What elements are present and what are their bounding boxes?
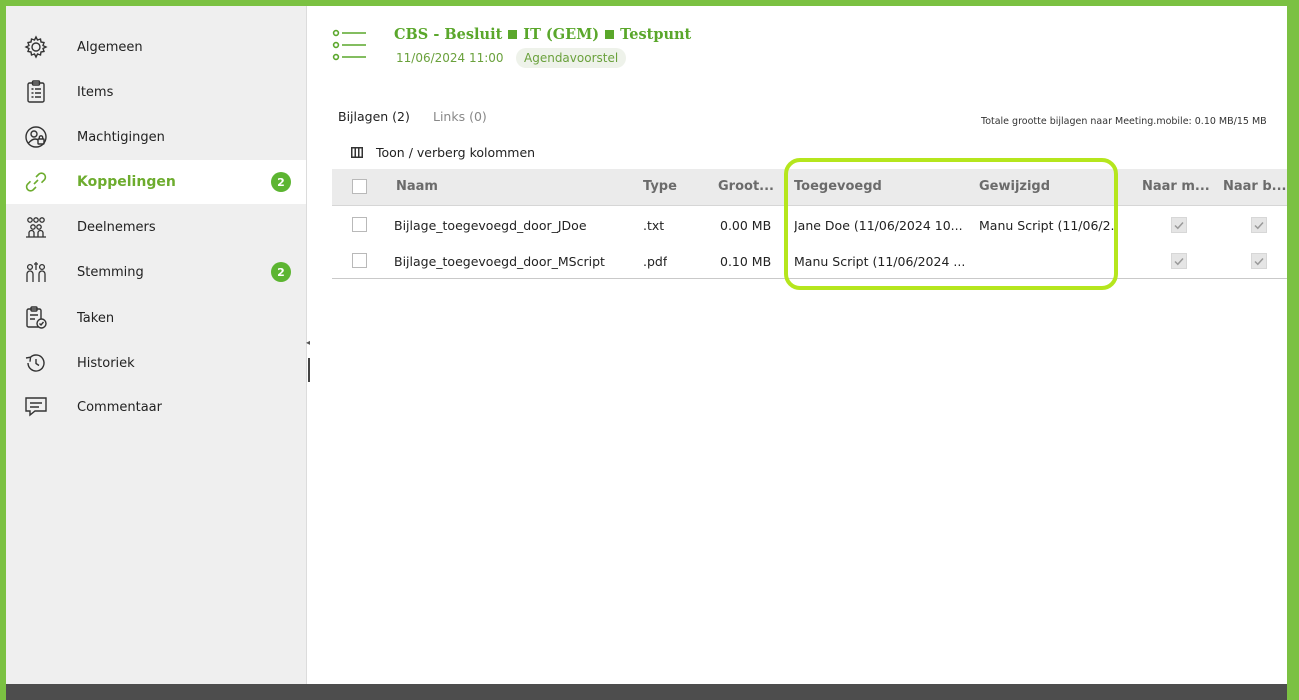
meeting-datetime: 11/06/2024 11:00 bbox=[396, 51, 504, 65]
added-by: Jane Doe (11/06/2024 10... bbox=[794, 218, 963, 233]
modified-by: Manu Script (11/06/2... bbox=[979, 218, 1119, 233]
table-row[interactable]: Bijlage_toegevoegd_door_MScript .pdf 0.1… bbox=[332, 242, 1287, 278]
sidebar-item-label: Items bbox=[77, 84, 114, 100]
title-part: CBS - Besluit bbox=[394, 26, 503, 43]
title-part: Testpunt bbox=[620, 26, 692, 43]
count-badge: 2 bbox=[271, 262, 291, 282]
splitter-handle[interactable] bbox=[308, 358, 310, 382]
sidebar-item-label: Commentaar bbox=[77, 399, 162, 415]
to-b-checkbox bbox=[1251, 217, 1267, 233]
sidebar-item-label: Koppelingen bbox=[77, 174, 176, 190]
page-title: CBS - Besluit IT (GEM) Testpunt bbox=[394, 26, 691, 43]
sidebar-item-historiek[interactable]: Historiek bbox=[6, 341, 306, 385]
gear-icon bbox=[24, 35, 48, 59]
column-header-toegevoegd[interactable]: Toegevoegd bbox=[794, 179, 882, 194]
check-icon bbox=[1174, 257, 1184, 265]
separator-square-icon bbox=[508, 29, 518, 39]
sidebar-item-items[interactable]: Items bbox=[6, 70, 306, 114]
to-meeting-checkbox bbox=[1171, 253, 1187, 269]
history-clock-icon bbox=[25, 354, 45, 372]
title-part: IT (GEM) bbox=[523, 26, 600, 43]
user-lock-icon bbox=[25, 126, 47, 148]
collapse-arrow-icon[interactable]: ◂ bbox=[306, 338, 310, 347]
sidebar-item-label: Stemming bbox=[77, 264, 144, 280]
sidebar-item-deelnemers[interactable]: Deelnemers bbox=[6, 205, 306, 249]
to-meeting-checkbox bbox=[1171, 217, 1187, 233]
status-badge: Agendavoorstel bbox=[516, 48, 627, 68]
sidebar: Algemeen Items Machtigingen Koppelingen … bbox=[6, 6, 307, 684]
attachment-name-link[interactable]: Bijlage_toegevoegd_door_MScript bbox=[394, 254, 634, 269]
comment-icon bbox=[25, 397, 47, 417]
link-icon bbox=[25, 172, 47, 192]
people-group-icon bbox=[26, 217, 46, 238]
added-by: Manu Script (11/06/2024 ... bbox=[794, 254, 966, 269]
count-badge: 2 bbox=[271, 172, 291, 192]
file-size: 0.00 MB bbox=[720, 218, 772, 233]
table-row[interactable]: Bijlage_toegevoegd_door_JDoe .txt 0.00 M… bbox=[332, 206, 1287, 242]
table-header: Naam Type Groot... Toegevoegd Gewijzigd … bbox=[332, 169, 1287, 206]
sidebar-item-stemming[interactable]: Stemming 2 bbox=[6, 250, 306, 294]
attachment-name[interactable]: Bijlage_toegevoegd_door_MScript bbox=[394, 254, 605, 269]
sidebar-item-label: Machtigingen bbox=[77, 129, 165, 145]
to-b-checkbox bbox=[1251, 253, 1267, 269]
sidebar-item-machtigingen[interactable]: Machtigingen bbox=[6, 115, 306, 159]
column-header-grootte[interactable]: Groot... bbox=[718, 179, 774, 194]
sidebar-item-taken[interactable]: Taken bbox=[6, 296, 306, 340]
attachment-size-info: Totale grootte bijlagen naar Meeting.mob… bbox=[981, 116, 1267, 127]
sidebar-item-label: Algemeen bbox=[77, 39, 143, 55]
column-header-type[interactable]: Type bbox=[643, 179, 677, 194]
columns-icon bbox=[351, 146, 363, 158]
file-type: .txt bbox=[643, 218, 665, 233]
attachment-name[interactable]: Bijlage_toegevoegd_door_JDoe bbox=[394, 218, 587, 233]
column-header-naar-meeting[interactable]: Naar m... bbox=[1142, 179, 1210, 194]
attachment-name-link[interactable]: Bijlage_toegevoegd_door_JDoe bbox=[394, 218, 634, 233]
agenda-list-icon bbox=[332, 29, 366, 61]
column-header-gewijzigd[interactable]: Gewijzigd bbox=[979, 179, 1050, 194]
toggle-columns-label: Toon / verberg kolommen bbox=[376, 144, 536, 160]
toggle-columns-button[interactable]: Toon / verberg kolommen bbox=[342, 140, 535, 164]
sidebar-item-koppelingen[interactable]: Koppelingen 2 bbox=[6, 160, 306, 204]
table-bottom-border bbox=[332, 278, 1287, 279]
tab-bijlagen[interactable]: Bijlagen (2) bbox=[329, 107, 419, 135]
sidebar-item-algemeen[interactable]: Algemeen bbox=[6, 25, 306, 69]
clipboard-check-icon bbox=[26, 306, 47, 329]
column-header-naam[interactable]: Naam bbox=[396, 179, 438, 194]
voting-people-icon bbox=[26, 262, 46, 282]
column-header-naar-b[interactable]: Naar b... bbox=[1223, 179, 1286, 194]
file-size: 0.10 MB bbox=[720, 254, 772, 269]
file-type: .pdf bbox=[643, 254, 668, 269]
sidebar-item-commentaar[interactable]: Commentaar bbox=[6, 385, 306, 429]
select-all-checkbox[interactable] bbox=[352, 179, 367, 194]
check-icon bbox=[1174, 221, 1184, 229]
sidebar-item-label: Taken bbox=[77, 310, 115, 326]
check-icon bbox=[1254, 221, 1264, 229]
row-checkbox[interactable] bbox=[352, 253, 367, 268]
tab-links[interactable]: Links (0) bbox=[433, 107, 487, 127]
app-window: Algemeen Items Machtigingen Koppelingen … bbox=[6, 6, 1287, 700]
separator-square-icon bbox=[605, 29, 615, 39]
clipboard-list-icon bbox=[27, 80, 45, 103]
sidebar-item-label: Deelnemers bbox=[77, 219, 156, 235]
status-bar bbox=[6, 684, 1287, 700]
row-checkbox[interactable] bbox=[352, 217, 367, 232]
sidebar-item-label: Historiek bbox=[77, 355, 135, 371]
check-icon bbox=[1254, 257, 1264, 265]
